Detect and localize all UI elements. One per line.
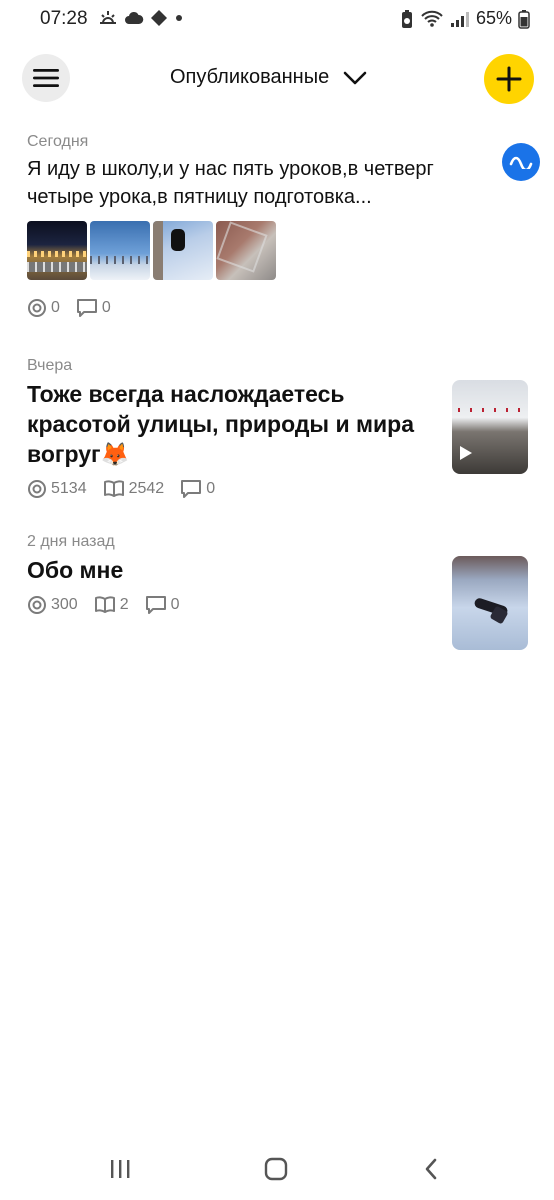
photo-thumbnail[interactable]: [153, 221, 213, 280]
system-nav-bar: [0, 1140, 554, 1196]
feed-item[interactable]: 2 дня назад Обо мне 300 2 0: [27, 533, 427, 615]
comments-count: 0: [101, 299, 111, 316]
post-title-line: красотой улицы, природы и мира: [27, 411, 414, 437]
post-date: 2 дня назад: [27, 533, 115, 550]
photo-thumbnail[interactable]: [216, 221, 276, 280]
post-stats: 0 0: [27, 298, 497, 318]
back-button[interactable]: [416, 1154, 446, 1184]
comments-icon: [145, 596, 166, 614]
views-icon: [28, 480, 46, 498]
feed-item[interactable]: Вчера Тоже всегда наслождаетесь красотой…: [27, 357, 427, 499]
post-stats: 300 2 0: [27, 595, 427, 615]
post-text-line: четыре урока,в пятницу подготовка...: [27, 186, 372, 208]
post-title-line: Тоже всегда наслождаетесь: [27, 381, 345, 407]
recent-apps-button[interactable]: [105, 1154, 135, 1184]
photo-thumbnail[interactable]: [90, 221, 150, 280]
home-icon: [264, 1157, 288, 1181]
views-icon: [28, 299, 46, 317]
feed-item[interactable]: Сегодня Я иду в школу,и у нас пять уроко…: [27, 133, 497, 318]
chevron-down-icon: [343, 71, 367, 84]
photo-thumbnail[interactable]: [27, 221, 87, 280]
comments-icon: [181, 480, 202, 498]
status-time: 07:28: [40, 8, 88, 29]
post-stats: 5134 2542 0: [27, 479, 427, 499]
post-gallery: [27, 221, 497, 280]
recent-apps-icon: [111, 1160, 130, 1178]
views-count: 0: [51, 299, 60, 316]
video-thumbnail[interactable]: [452, 380, 528, 474]
hamburger-icon: [33, 69, 59, 87]
photo-thumbnail[interactable]: [452, 556, 528, 650]
menu-button[interactable]: [22, 54, 70, 102]
recycle-battery-icon: [401, 9, 412, 28]
audio-wave-button[interactable]: [502, 143, 540, 181]
app-header: Опубликованные: [0, 52, 554, 106]
reads-icon: [103, 480, 124, 497]
views-count: 5134: [51, 480, 87, 497]
comments-count: 0: [170, 596, 180, 613]
title-dropdown[interactable]: Опубликованные: [170, 66, 367, 89]
reads-icon: [94, 596, 115, 613]
add-button[interactable]: [484, 54, 534, 104]
views-icon: [28, 596, 46, 614]
comments-icon: [76, 299, 97, 317]
play-icon: [460, 446, 472, 460]
cloud-icon: [125, 11, 144, 24]
comments-count: 0: [206, 480, 216, 497]
signal-icon: [450, 11, 469, 27]
reads-count: 2542: [128, 480, 165, 497]
post-title: Обо мне: [27, 557, 124, 583]
reads-count: 2: [119, 596, 129, 613]
plus-icon: [496, 66, 522, 92]
home-button[interactable]: [261, 1154, 291, 1184]
wifi-icon: [421, 10, 443, 27]
post-title-line: вогруг🦊: [27, 441, 130, 467]
diamond-icon: [151, 10, 167, 26]
page-title: Опубликованные: [170, 66, 330, 88]
wave-icon: [509, 156, 533, 169]
sunrise-icon: [100, 11, 116, 24]
battery-percent: 65%: [475, 8, 512, 28]
views-count: 300: [51, 596, 78, 613]
post-text-line: Я иду в школу,и у нас пять уроков,в четв…: [27, 158, 434, 180]
battery-icon: [518, 9, 530, 29]
status-bar: 07:28 65%: [0, 0, 554, 40]
post-date: Вчера: [27, 357, 73, 374]
back-icon: [425, 1158, 437, 1180]
post-date: Сегодня: [27, 133, 89, 150]
dot-icon: [176, 15, 182, 21]
